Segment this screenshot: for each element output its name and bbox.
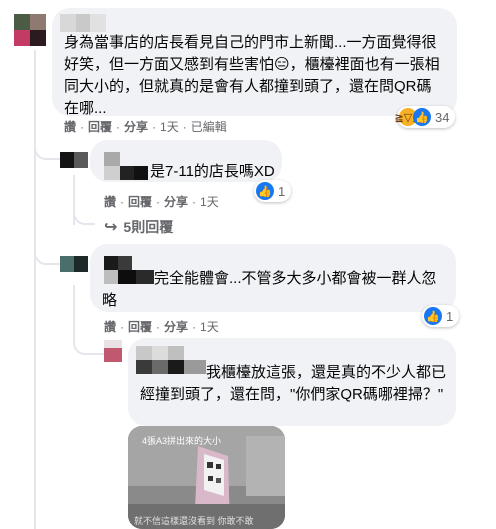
separator-dot: · [156,195,161,209]
mosaic-pixel [134,166,148,180]
like-icon: 👍 [256,182,274,200]
view-more-replies-link[interactable]: ↪ 5則回覆 [104,217,173,237]
share-link[interactable]: 分享 [164,318,188,335]
like-link[interactable]: 讚 [104,318,116,335]
edited-label[interactable]: 已編輯 [191,118,227,135]
reply-text: 完全能體會...不管多大多小都會被一群人忽略 [102,270,437,309]
view-more-replies-label: 5則回覆 [123,219,174,235]
comment-bubble: 身為當事店的店長看見自己的門市上新聞...一方面覺得很好笑，但一方面又感到有些害… [52,8,457,117]
like-icon: 👍 [413,108,431,126]
separator-dot: · [152,120,157,134]
avatar-pixel [74,256,88,272]
attached-photo[interactable]: 4張A3拼出來的大小 就不信這樣還沒看到 你敢不敢 [128,426,285,529]
mosaic-pixel [90,14,106,32]
reaction-count: 34 [435,109,450,125]
reply-link[interactable]: 回覆 [128,193,152,210]
avatar[interactable] [60,152,88,168]
reply-actions: 讚 · 回覆 · 分享 · 1天 [104,318,219,335]
avatar-pixel [14,30,30,46]
avatar-pixel [30,30,46,46]
mosaic-pixel [136,346,152,360]
avatar-pixel [30,14,46,30]
mosaic-pixel [152,346,168,360]
avatar[interactable] [104,340,122,362]
avatar-pixel [104,340,122,348]
avatar[interactable] [60,256,88,272]
share-link[interactable]: 分享 [164,193,188,210]
avatar-pixel [104,348,122,362]
timestamp[interactable]: 1天 [200,318,219,335]
like-icon: 👍 [424,307,442,325]
avatar-pixel [60,256,74,272]
mosaic-pixel [104,152,120,166]
thread-elbow-3 [73,325,107,355]
timestamp[interactable]: 1天 [160,118,179,135]
reaction-count: 1 [278,183,286,199]
separator-dot: · [192,195,197,209]
photo-caption-top: 4張A3拼出來的大小 [142,436,222,446]
reply-bubble: 完全能體會...不管多大多小都會被一群人忽略 [90,244,456,312]
photo-caption-bottom: 就不信這樣還沒看到 你敢不敢 [134,516,254,526]
reply-bubble: 我櫃檯放這張，還是真的不少人都已經撞到頭了，還在問，"你們家QR碼哪裡掃？" [128,338,456,426]
reply-actions: 讚 · 回覆 · 分享 · 1天 [104,193,219,210]
separator-dot: · [120,320,125,334]
reaction-count: 1 [446,308,454,324]
separator-dot: · [192,320,197,334]
separator-dot: · [120,195,125,209]
reaction-summary[interactable]: ≧▽≦ 👍 34 [395,106,456,128]
mosaic-pixel [168,346,184,360]
reply-link[interactable]: 回覆 [128,318,152,335]
author-name-mosaic [104,152,148,180]
mosaic-pixel [76,14,90,32]
reply-text: 我櫃檯放這張，還是真的不少人都已經撞到頭了，還在問，"你們家QR碼哪裡掃？" [140,364,447,403]
separator-dot: · [156,320,161,334]
reply-arrow-icon: ↪ [104,219,118,236]
avatar-pixel [14,14,30,30]
timestamp[interactable]: 1天 [200,193,219,210]
reply-link[interactable]: 回覆 [88,118,112,135]
reply-text: 是7-11的店長嗎XD [150,163,275,180]
thread-elbow-replies [73,205,95,225]
separator-dot: · [116,120,121,134]
mosaic-pixel [104,166,120,180]
mosaic-pixel [120,166,134,180]
reaction-summary[interactable]: 👍 1 [422,305,460,327]
share-link[interactable]: 分享 [124,118,148,135]
author-name-mosaic [60,14,106,32]
avatar-pixel [74,152,88,168]
reaction-summary[interactable]: 👍 1 [254,180,292,202]
comment-actions: 讚 · 回覆 · 分享 · 1天 · 已編輯 [64,118,227,135]
mosaic-pixel [60,14,76,32]
avatar[interactable] [14,14,46,46]
thread-line-main [34,50,36,529]
comment-text: 身為當事店的店長看見自己的門市上新聞...一方面覺得很好笑，但一方面又感到有些害… [64,34,440,117]
avatar-pixel [60,152,74,168]
reply-bubble: 是7-11的店長嗎XD [90,140,282,182]
like-link[interactable]: 讚 [64,118,76,135]
separator-dot: · [182,120,187,134]
separator-dot: · [80,120,85,134]
like-link[interactable]: 讚 [104,193,116,210]
